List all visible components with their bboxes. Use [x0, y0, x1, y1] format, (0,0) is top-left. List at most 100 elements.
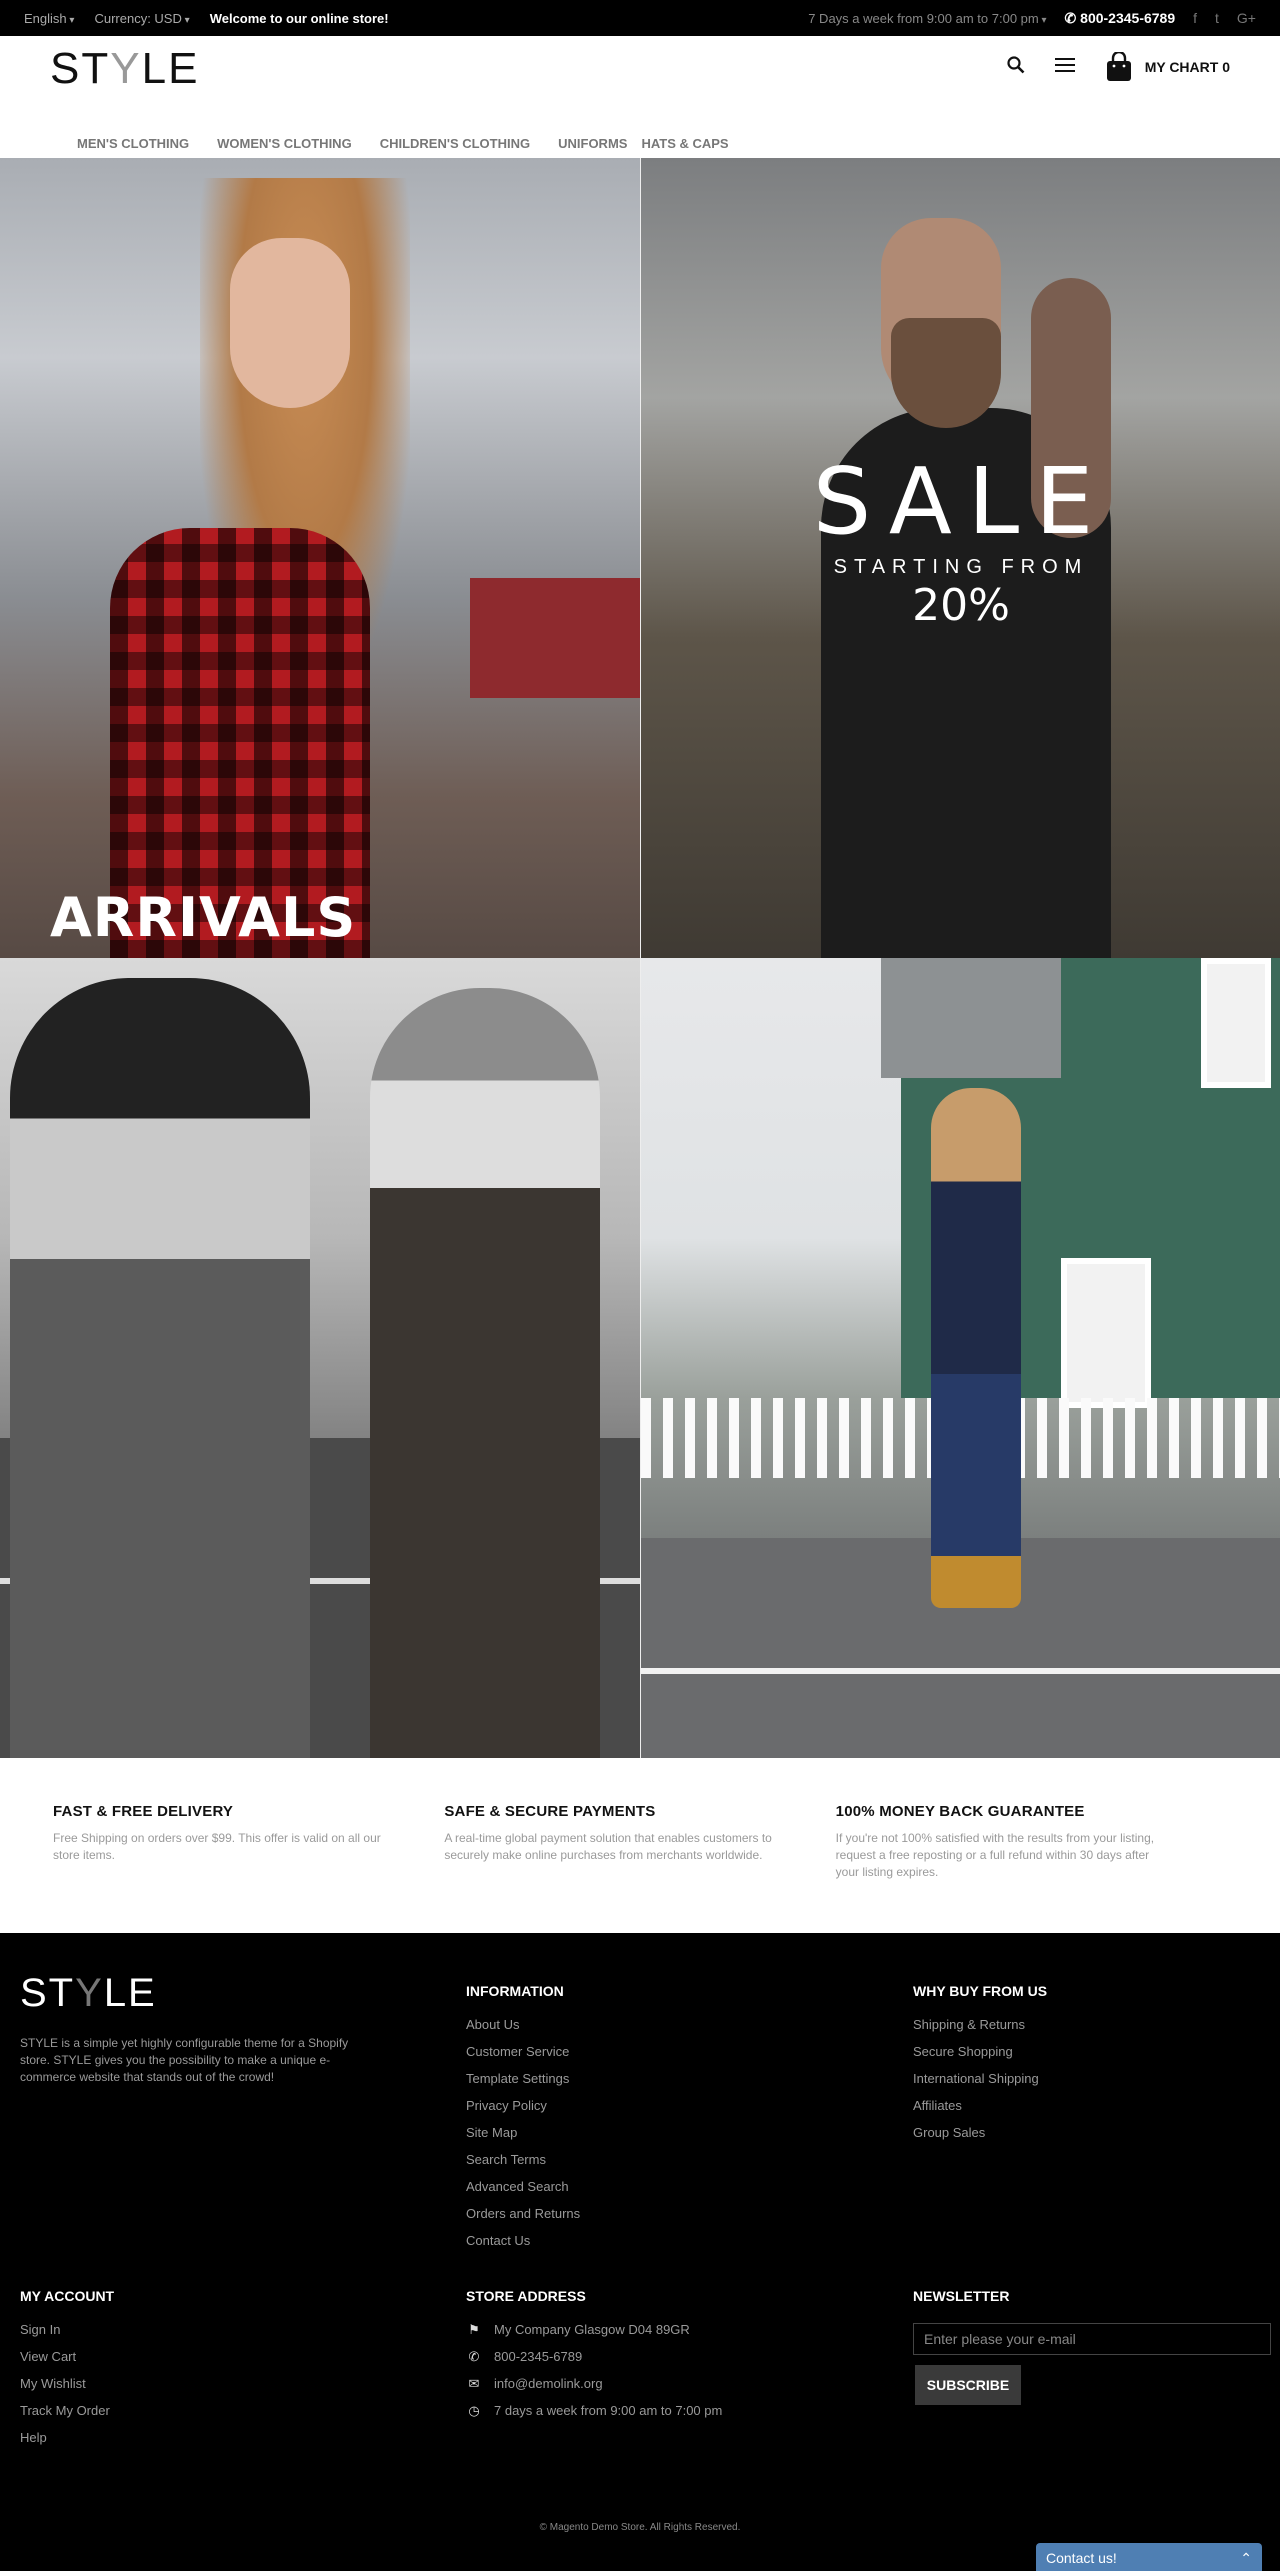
- footer-link[interactable]: About Us: [466, 2011, 580, 2038]
- feature-delivery: FAST & FREE DELIVERY Free Shipping on or…: [53, 1803, 444, 1933]
- feature-text: If you're not 100% satisfied with the re…: [835, 1831, 1155, 1879]
- cart-label: MY CHART 0: [1144, 59, 1230, 75]
- why-buy-list: Shipping & Returns Secure Shopping Inter…: [913, 2011, 1039, 2146]
- hours-text: 7 days a week from 9:00 am to 7:00 pm: [494, 2403, 723, 2418]
- shopping-bag-icon: [1106, 52, 1131, 81]
- phone-icon: ✆: [1064, 9, 1081, 26]
- footer-link[interactable]: Secure Shopping: [913, 2038, 1039, 2065]
- phone-text: 800-2345-6789: [494, 2349, 583, 2364]
- footer: STYLE STYLE is a simple yet highly confi…: [0, 1933, 1280, 2571]
- walking-woman-banner[interactable]: [640, 958, 1280, 1758]
- contact-us-label: Contact us!: [1046, 2550, 1117, 2566]
- footer-description: STYLE is a simple yet highly configurabl…: [20, 2036, 349, 2084]
- nav-mens-clothing[interactable]: MEN'S CLOTHING: [77, 136, 189, 151]
- google-plus-icon[interactable]: G+: [1237, 10, 1256, 26]
- feature-guarantee: 100% MONEY BACK GUARANTEE If you're not …: [836, 1803, 1227, 1933]
- feature-title: SAFE & SECURE PAYMENTS: [444, 1803, 656, 1820]
- phone-icon: ✆: [468, 2349, 480, 2364]
- language-select[interactable]: English: [24, 11, 74, 26]
- email-item[interactable]: ✉ info@demolink.org: [466, 2370, 722, 2397]
- feature-title: FAST & FREE DELIVERY: [53, 1803, 234, 1820]
- window-image-2: [1201, 958, 1271, 1088]
- barn-image: [470, 578, 640, 698]
- information-heading: INFORMATION: [466, 1983, 564, 1999]
- feature-text: A real-time global payment solution that…: [444, 1831, 772, 1862]
- footer-link[interactable]: Shipping & Returns: [913, 2011, 1039, 2038]
- footer-link[interactable]: Site Map: [466, 2119, 580, 2146]
- copyright: © Magento Demo Store. All Rights Reserve…: [539, 2522, 741, 2533]
- nav-uniforms[interactable]: UNIFORMS: [558, 136, 627, 151]
- footer-link[interactable]: Track My Order: [20, 2397, 110, 2424]
- features-strip: FAST & FREE DELIVERY Free Shipping on or…: [0, 1758, 1280, 1933]
- road-stripe: [641, 1668, 1280, 1674]
- site-logo[interactable]: STYLE: [50, 44, 199, 94]
- model-face: [230, 238, 350, 408]
- nav-womens-clothing[interactable]: WOMEN'S CLOTHING: [217, 136, 352, 151]
- main-nav: MEN'S CLOTHING WOMEN'S CLOTHING CHILDREN…: [77, 136, 757, 151]
- twitter-icon[interactable]: t: [1215, 10, 1219, 26]
- banner-grid: ARRIVALS SALE STARTING FROM 20%: [0, 158, 1280, 1758]
- envelope-icon: ✉: [468, 2376, 480, 2391]
- footer-link[interactable]: Privacy Policy: [466, 2092, 580, 2119]
- footer-link[interactable]: Help: [20, 2424, 110, 2451]
- sale-title: SALE: [812, 448, 1110, 555]
- man-beard-image: [891, 318, 1001, 428]
- footer-link[interactable]: Advanced Search: [466, 2173, 580, 2200]
- top-bar: English Currency: USD Welcome to our onl…: [0, 0, 1280, 36]
- subscribe-button[interactable]: SUBSCRIBE: [915, 2365, 1021, 2405]
- feature-payments: SAFE & SECURE PAYMENTS A real-time globa…: [444, 1803, 835, 1933]
- footer-link[interactable]: International Shipping: [913, 2065, 1039, 2092]
- footer-logo[interactable]: STYLE: [20, 1971, 157, 2016]
- man-image: [10, 978, 310, 1758]
- address-item: ⚑ My Company Glasgow D04 89GR: [466, 2316, 722, 2343]
- footer-link[interactable]: Customer Service: [466, 2038, 580, 2065]
- footer-link[interactable]: Template Settings: [466, 2065, 580, 2092]
- information-list: About Us Customer Service Template Setti…: [466, 2011, 580, 2254]
- my-account-list: Sign In View Cart My Wishlist Track My O…: [20, 2316, 110, 2451]
- arrivals-title: ARRIVALS: [50, 886, 357, 949]
- footer-link[interactable]: Group Sales: [913, 2119, 1039, 2146]
- chevron-up-icon: ⌃: [1240, 2549, 1252, 2566]
- footer-link[interactable]: My Wishlist: [20, 2370, 110, 2397]
- window-image: [1061, 1258, 1151, 1408]
- sale-banner[interactable]: SALE STARTING FROM 20%: [640, 158, 1280, 958]
- header: STYLE MY CHART 0 MEN'S CLOTHING WOMEN'S …: [0, 36, 1280, 158]
- currency-select[interactable]: Currency: USD: [94, 11, 189, 26]
- store-address-list: ⚑ My Company Glasgow D04 89GR ✆ 800-2345-6…: [466, 2316, 722, 2424]
- address-text: My Company Glasgow D04 89GR: [494, 2322, 690, 2337]
- nav-childrens-clothing[interactable]: CHILDREN'S CLOTHING: [380, 136, 530, 151]
- woman-image: [370, 988, 600, 1758]
- store-hours[interactable]: 7 Days a week from 9:00 am to 7:00 pm: [808, 11, 1046, 26]
- menu-icon[interactable]: [1054, 57, 1075, 78]
- hours-item: ◷ 7 days a week from 9:00 am to 7:00 pm: [466, 2397, 722, 2424]
- phone-number[interactable]: ✆ 800-2345-6789: [1065, 10, 1176, 27]
- feature-text: Free Shipping on orders over $99. This o…: [53, 1831, 381, 1862]
- sale-percent: 20%: [912, 580, 1010, 631]
- newsletter-heading: NEWSLETTER: [913, 2288, 1010, 2304]
- contact-us-button[interactable]: Contact us! ⌃: [1036, 2543, 1262, 2571]
- footer-link[interactable]: Orders and Returns: [466, 2200, 580, 2227]
- footer-link[interactable]: Contact Us: [466, 2227, 580, 2254]
- footer-link[interactable]: View Cart: [20, 2343, 110, 2370]
- feature-title: 100% MONEY BACK GUARANTEE: [835, 1803, 1085, 1820]
- arrivals-banner[interactable]: ARRIVALS: [0, 158, 640, 958]
- phone-item[interactable]: ✆ 800-2345-6789: [466, 2343, 722, 2370]
- email-text: info@demolink.org: [494, 2376, 603, 2391]
- store-address-heading: STORE ADDRESS: [466, 2288, 586, 2304]
- welcome-message: Welcome to our online store!: [209, 10, 389, 26]
- footer-link[interactable]: Search Terms: [466, 2146, 580, 2173]
- cart-button[interactable]: MY CHART 0: [1105, 52, 1230, 82]
- why-buy-heading: WHY BUY FROM US: [913, 1983, 1048, 1999]
- sale-subtitle: STARTING FROM: [833, 556, 1089, 578]
- footer-link[interactable]: Affiliates: [913, 2092, 1039, 2119]
- clock-icon: ◷: [468, 2403, 480, 2418]
- my-account-heading: MY ACCOUNT: [20, 2288, 115, 2304]
- footer-link[interactable]: Sign In: [20, 2316, 110, 2343]
- roof-image: [881, 958, 1061, 1078]
- newsletter-email-input[interactable]: Enter please your e-mail: [913, 2323, 1271, 2355]
- walking-woman-image: [931, 1088, 1021, 1608]
- search-icon[interactable]: [1007, 55, 1025, 79]
- facebook-icon[interactable]: f: [1193, 10, 1197, 26]
- nav-hats-caps[interactable]: HATS & CAPS: [641, 136, 728, 151]
- couple-banner[interactable]: [0, 958, 640, 1758]
